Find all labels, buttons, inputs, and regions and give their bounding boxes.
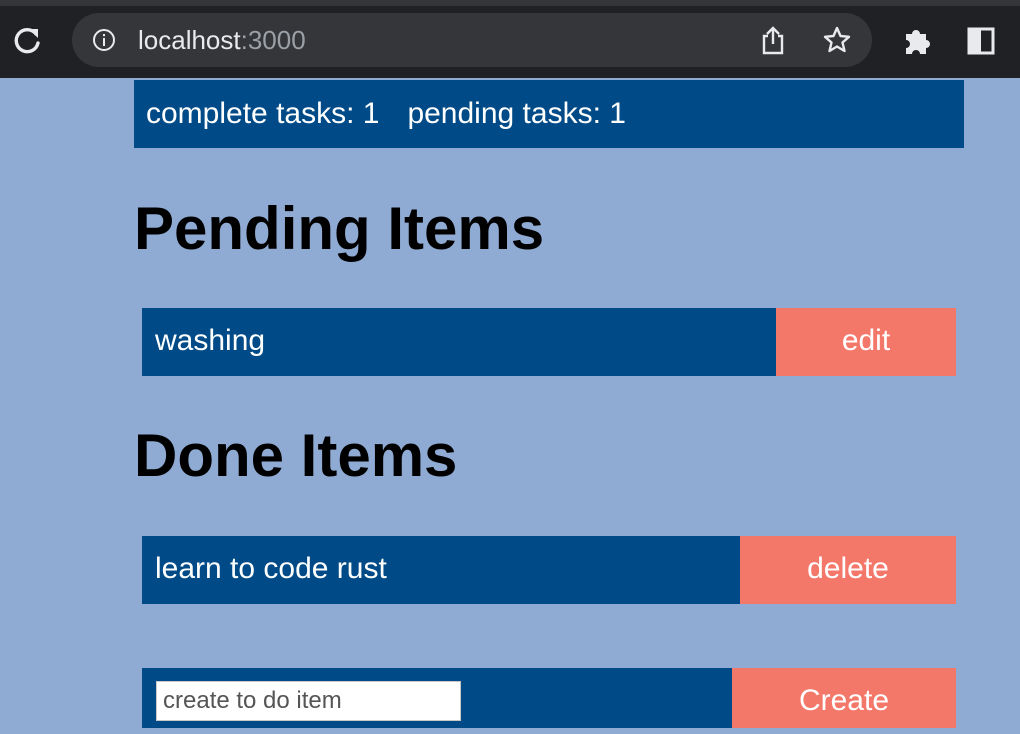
reload-icon[interactable]: [12, 26, 42, 56]
url-host: localhost: [138, 25, 241, 55]
edit-button[interactable]: edit: [776, 308, 956, 376]
done-item-title: learn to code rust: [155, 552, 387, 585]
side-panel-icon[interactable]: [966, 26, 996, 56]
address-bar[interactable]: localhost:3000: [72, 13, 872, 67]
pending-count: pending tasks: 1: [407, 97, 626, 130]
create-button[interactable]: Create: [732, 668, 956, 728]
task-stats-bar: complete tasks: 1 pending tasks: 1: [134, 80, 964, 148]
url-port: :3000: [240, 25, 306, 55]
extensions-puzzle-icon[interactable]: [900, 24, 934, 58]
done-items-heading: Done Items: [134, 422, 458, 489]
info-icon[interactable]: [92, 28, 116, 52]
complete-count: complete tasks: 1: [146, 97, 380, 130]
create-item-input[interactable]: [156, 681, 461, 721]
create-item-row: Create: [142, 668, 956, 728]
delete-button[interactable]: delete: [740, 536, 956, 604]
share-icon[interactable]: [760, 25, 786, 55]
tab-strip: [0, 0, 1020, 6]
bookmark-star-icon[interactable]: [822, 25, 852, 55]
done-item-row: learn to code rust delete: [142, 536, 956, 604]
pending-item-title: washing: [155, 324, 266, 357]
url-text[interactable]: localhost:3000: [138, 25, 306, 55]
pending-item-row: washing edit: [142, 308, 956, 376]
browser-toolbar: localhost:3000: [0, 0, 1020, 78]
pending-items-heading: Pending Items: [134, 195, 545, 262]
